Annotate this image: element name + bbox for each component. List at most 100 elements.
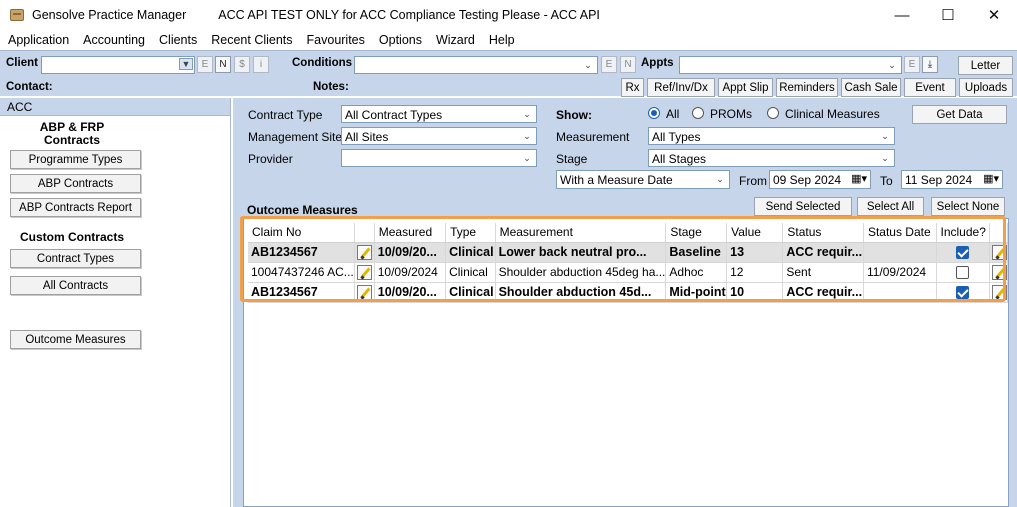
cell-stage: Adhoc [665, 262, 728, 283]
menu-wizard[interactable]: Wizard [429, 33, 482, 47]
col-value[interactable]: Value [726, 223, 784, 243]
conditions-edit-button[interactable]: E [601, 56, 617, 73]
pencil-icon[interactable] [991, 264, 1007, 280]
client-combo[interactable]: ▼ [41, 56, 195, 74]
cell-status-date: 11/09/2024 [863, 262, 937, 283]
event-button[interactable]: Event [904, 78, 956, 97]
abp-contracts-button[interactable]: ABP Contracts [10, 174, 141, 193]
send-selected-button[interactable]: Send Selected [754, 197, 852, 216]
download-icon[interactable]: ⤓ [922, 56, 938, 73]
menu-help[interactable]: Help [482, 33, 522, 47]
col-include[interactable]: Include? [936, 223, 990, 243]
letter-button[interactable]: Letter [958, 56, 1013, 75]
minimize-button[interactable]: — [879, 0, 925, 30]
ref-inv-dx-button[interactable]: Ref/Inv/Dx [647, 78, 715, 97]
include-checkbox[interactable] [956, 246, 970, 260]
col-measured[interactable]: Measured [374, 223, 447, 243]
contract-type-select[interactable]: All Contract Types ⌄ [341, 105, 537, 123]
client-toolbar: Client ▼ E N $ i Conditions ⌄ E N Appts … [0, 50, 1017, 97]
calendar-icon[interactable]: ▦▾ [851, 172, 867, 185]
cell-claim-no: AB1234567 [248, 282, 355, 303]
client-label: Client [6, 57, 38, 69]
outcome-measures-button[interactable]: Outcome Measures [10, 330, 141, 349]
cash-sale-button[interactable]: Cash Sale [841, 78, 901, 97]
cell-measured: 10/09/20... [374, 242, 447, 263]
table-row[interactable]: AB1234567 10/09/20... Clinical Lower bac… [248, 242, 1009, 263]
select-all-button[interactable]: Select All [857, 197, 924, 216]
menu-accounting[interactable]: Accounting [76, 33, 152, 47]
custom-contracts-heading: Custom Contracts [19, 230, 124, 244]
client-new-button[interactable]: N [215, 56, 231, 73]
pencil-icon[interactable] [356, 244, 372, 260]
menu-recent-clients[interactable]: Recent Clients [204, 33, 299, 47]
abp-contracts-report-button[interactable]: ABP Contracts Report [10, 198, 141, 217]
include-checkbox[interactable] [956, 286, 970, 300]
outcome-table: Claim No Measured Type Measurement Stage… [248, 223, 1009, 303]
menu-application[interactable]: Application [0, 33, 76, 47]
show-label: Show: [556, 108, 592, 122]
radio-all[interactable] [648, 107, 660, 119]
appt-slip-button[interactable]: Appt Slip [718, 78, 773, 97]
contract-types-button[interactable]: Contract Types [10, 249, 141, 268]
reminders-button[interactable]: Reminders [776, 78, 838, 97]
programme-types-button[interactable]: Programme Types [10, 150, 141, 169]
get-data-button[interactable]: Get Data [912, 105, 1007, 124]
management-site-select[interactable]: All Sites ⌄ [341, 127, 537, 145]
appts-edit-button[interactable]: E [904, 56, 920, 73]
stage-label: Stage [556, 152, 588, 166]
pencil-icon[interactable] [356, 284, 372, 300]
col-type[interactable]: Type [445, 223, 496, 243]
col-measurement[interactable]: Measurement [495, 223, 667, 243]
provider-select[interactable]: ⌄ [341, 149, 537, 167]
chevron-down-icon: ▼ [179, 58, 193, 70]
date-filter-select[interactable]: With a Measure Date ⌄ [556, 170, 730, 189]
radio-proms[interactable] [692, 107, 704, 119]
col-edit [354, 223, 375, 243]
cell-stage: Baseline [665, 242, 728, 263]
pencil-icon[interactable] [991, 244, 1007, 260]
radio-all-label: All [666, 107, 680, 121]
include-checkbox[interactable] [956, 266, 970, 280]
from-label: From [739, 174, 767, 188]
menu-clients[interactable]: Clients [152, 33, 204, 47]
pencil-icon[interactable] [356, 264, 372, 280]
stage-select[interactable]: All Stages ⌄ [648, 149, 895, 167]
calendar-icon[interactable]: ▦▾ [983, 172, 999, 185]
client-info-button[interactable]: i [253, 56, 269, 73]
client-edit-button[interactable]: E [197, 56, 213, 73]
measurement-label: Measurement [556, 130, 630, 144]
appts-combo[interactable]: ⌄ [679, 56, 902, 74]
app-name: Gensolve Practice Manager [32, 8, 187, 22]
maximize-button[interactable]: ☐ [925, 0, 971, 30]
conditions-combo[interactable]: ⌄ [354, 56, 598, 74]
from-date-picker[interactable]: 09 Sep 2024 ▦▾ [769, 170, 871, 189]
col-status-date[interactable]: Status Date [863, 223, 937, 243]
chevron-down-icon: ⌄ [523, 108, 531, 119]
menu-options[interactable]: Options [372, 33, 429, 47]
to-label: To [880, 174, 893, 188]
client-account-button[interactable]: $ [234, 56, 250, 73]
to-date-value: 11 Sep 2024 [905, 173, 973, 187]
pencil-icon[interactable] [991, 284, 1007, 300]
close-button[interactable]: ✕ [971, 0, 1017, 30]
acc-left-panel: ACC ABP & FRP Contracts Programme Types … [0, 98, 231, 507]
all-contracts-button[interactable]: All Contracts [10, 276, 141, 295]
chevron-down-icon: ⌄ [888, 59, 896, 70]
uploads-button[interactable]: Uploads [959, 78, 1013, 97]
radio-clinical-measures[interactable] [767, 107, 779, 119]
conditions-new-button[interactable]: N [620, 56, 636, 73]
col-status[interactable]: Status [782, 223, 864, 243]
col-stage[interactable]: Stage [665, 223, 728, 243]
notes-label: Notes: [313, 81, 349, 93]
select-none-button[interactable]: Select None [931, 197, 1005, 216]
col-claim-no[interactable]: Claim No [248, 223, 355, 243]
to-date-picker[interactable]: 11 Sep 2024 ▦▾ [901, 170, 1003, 189]
table-row[interactable]: AB1234567 10/09/20... Clinical Shoulder … [248, 282, 1009, 303]
cell-value: 12 [726, 262, 784, 283]
table-row[interactable]: 10047437246 AC... 10/09/2024 Clinical Sh… [248, 262, 1009, 283]
cell-measurement: Lower back neutral pro... [495, 242, 667, 263]
cell-status-date [863, 242, 937, 263]
measurement-select[interactable]: All Types ⌄ [648, 127, 895, 145]
rx-button[interactable]: Rx [621, 78, 644, 97]
menu-favourites[interactable]: Favourites [300, 33, 372, 47]
